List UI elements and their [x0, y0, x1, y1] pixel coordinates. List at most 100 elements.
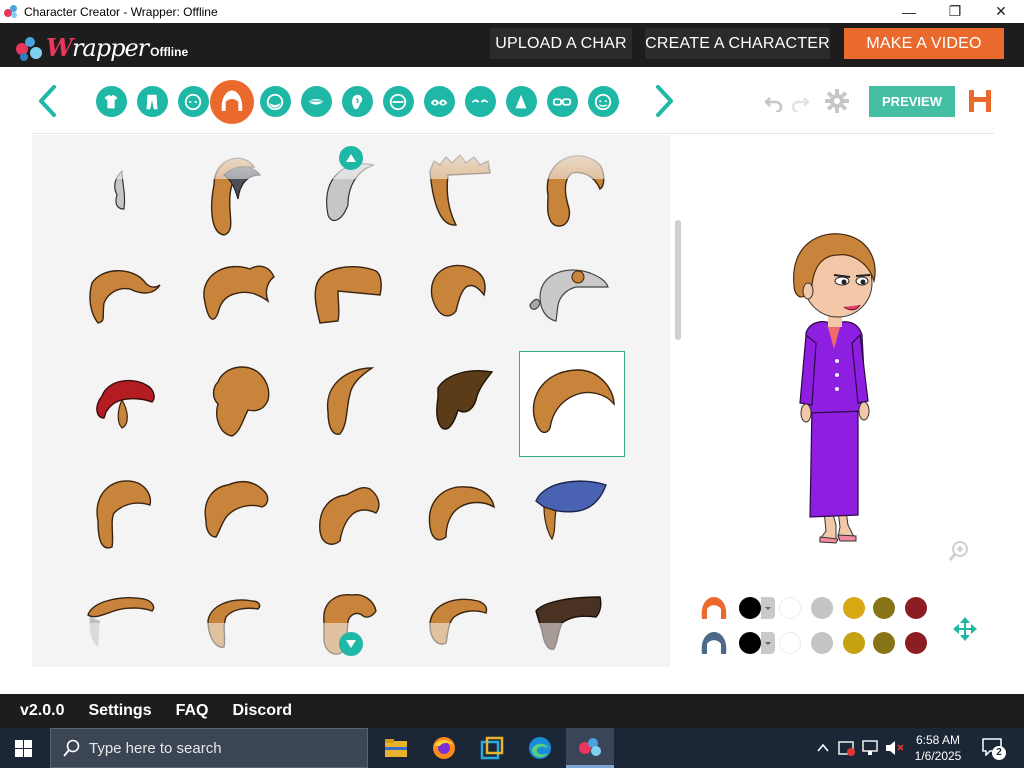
settings-gear-icon[interactable]	[825, 89, 849, 113]
windows-start-icon[interactable]	[15, 740, 32, 757]
footer-faq-link[interactable]: FAQ	[176, 702, 209, 720]
hair-option[interactable]	[408, 352, 512, 456]
security-icon[interactable]	[838, 739, 856, 757]
category-glasses-button[interactable]	[546, 86, 578, 117]
preview-button[interactable]: PREVIEW	[869, 86, 955, 117]
chevron-down-icon	[765, 642, 771, 645]
head-shape-icon	[184, 93, 202, 110]
next-category-icon[interactable]	[652, 84, 676, 118]
redo-icon[interactable]	[790, 92, 810, 112]
hair-option[interactable]	[520, 247, 624, 351]
hair-option[interactable]	[72, 461, 176, 565]
footer-discord-link[interactable]: Discord	[233, 702, 293, 720]
hair-option[interactable]	[408, 247, 512, 351]
hair-style-icon	[96, 480, 152, 549]
window-titlebar: Character Creator - Wrapper: Offline — ❐…	[0, 0, 1024, 23]
chevron-up-icon[interactable]	[816, 741, 830, 755]
color-swatch[interactable]	[779, 632, 801, 654]
scroll-down-button[interactable]	[339, 632, 363, 656]
close-button[interactable]: ✕	[978, 0, 1024, 23]
color-swatch[interactable]	[905, 632, 927, 654]
taskbar-file-explorer[interactable]	[372, 728, 420, 768]
wrapper-logo[interactable]: Wrapper Offline	[16, 29, 188, 61]
taskbar-firefox[interactable]	[420, 728, 468, 768]
footer-settings-link[interactable]: Settings	[88, 702, 151, 720]
create-character-button[interactable]: CREATE A CHARACTER	[645, 28, 830, 59]
color-swatch[interactable]	[811, 597, 833, 619]
face-icon	[389, 93, 407, 110]
color-swatch[interactable]	[811, 632, 833, 654]
save-icon[interactable]	[968, 89, 992, 113]
category-eyebrows-button[interactable]	[464, 86, 496, 117]
color-picker-dropdown[interactable]	[761, 597, 775, 619]
hair-style-icon	[436, 370, 494, 430]
hair-style-icon	[96, 379, 155, 429]
color-swatch[interactable]	[843, 597, 865, 619]
hair-style-icon	[314, 266, 382, 324]
maximize-button[interactable]: ❐	[932, 0, 978, 23]
hair-secondary-icon[interactable]	[700, 630, 728, 656]
taskbar-clock[interactable]: 6:58 AM 1/6/2025	[906, 732, 970, 764]
color-swatch[interactable]	[739, 597, 761, 619]
notification-center-button[interactable]: 2	[982, 738, 1006, 760]
upload-char-button[interactable]: UPLOAD A CHAR	[490, 28, 632, 59]
category-beard-button[interactable]	[259, 86, 291, 117]
windows-taskbar: Type here to search 6:58 AM 1/6/2025 2	[0, 728, 1024, 768]
hair-option[interactable]	[520, 461, 624, 565]
color-swatch[interactable]	[873, 597, 895, 619]
network-icon[interactable]	[862, 739, 880, 757]
category-nose-button[interactable]	[505, 86, 537, 117]
prev-category-icon[interactable]	[36, 84, 60, 118]
app-logo-icon	[4, 4, 18, 19]
taskbar-edge[interactable]	[516, 728, 564, 768]
move-arrows-icon[interactable]	[952, 616, 978, 642]
category-skin-button[interactable]	[587, 86, 619, 117]
hair-option[interactable]	[184, 247, 288, 351]
arrow-up-icon	[346, 154, 356, 162]
wrapper-app-icon	[579, 737, 601, 756]
hair-option[interactable]	[298, 352, 402, 456]
taskbar-wrapper-app[interactable]	[566, 728, 614, 768]
search-icon	[63, 739, 80, 757]
category-mouth-button[interactable]	[300, 86, 332, 117]
toolbar-divider	[32, 133, 994, 134]
color-swatch[interactable]	[873, 632, 895, 654]
minimize-button[interactable]: —	[886, 0, 932, 23]
hair-option[interactable]	[298, 461, 402, 565]
hair-icon	[221, 90, 243, 111]
scroll-up-button[interactable]	[339, 146, 363, 170]
category-shirt-button[interactable]	[95, 86, 127, 117]
hair-option[interactable]	[298, 247, 402, 351]
hair-style-icon	[535, 480, 607, 541]
hair-option[interactable]	[184, 352, 288, 456]
nose-icon	[515, 94, 527, 108]
volume-muted-icon[interactable]	[884, 739, 904, 757]
hair-option[interactable]	[72, 247, 176, 351]
category-eyes-button[interactable]	[423, 86, 455, 117]
category-pants-button[interactable]	[136, 86, 168, 117]
hair-style-icon	[319, 486, 380, 545]
logo-offline-label: Offline	[150, 45, 189, 59]
hair-option[interactable]	[519, 351, 625, 457]
color-picker-dropdown[interactable]	[761, 632, 775, 654]
hair-option[interactable]	[184, 461, 288, 565]
category-head-shape-button[interactable]	[177, 86, 209, 117]
make-video-button[interactable]: MAKE A VIDEO	[844, 28, 1004, 59]
grid-scrollbar[interactable]	[675, 220, 681, 340]
category-hair-button[interactable]	[210, 80, 254, 124]
taskbar-vm-app[interactable]	[468, 728, 516, 768]
zoom-icon[interactable]	[948, 540, 970, 562]
category-face-button[interactable]	[382, 86, 414, 117]
color-swatch[interactable]	[843, 632, 865, 654]
color-swatch[interactable]	[779, 597, 801, 619]
hair-option[interactable]	[72, 352, 176, 456]
undo-icon[interactable]	[764, 92, 784, 112]
search-placeholder: Type here to search	[89, 739, 222, 757]
category-ear-button[interactable]	[341, 86, 373, 117]
color-swatch[interactable]	[739, 632, 761, 654]
hair-color-icon[interactable]	[700, 595, 728, 621]
color-swatch[interactable]	[905, 597, 927, 619]
taskbar-search[interactable]: Type here to search	[50, 728, 368, 768]
app-header: Wrapper Offline UPLOAD A CHAR CREATE A C…	[0, 23, 1024, 67]
hair-option[interactable]	[408, 461, 512, 565]
